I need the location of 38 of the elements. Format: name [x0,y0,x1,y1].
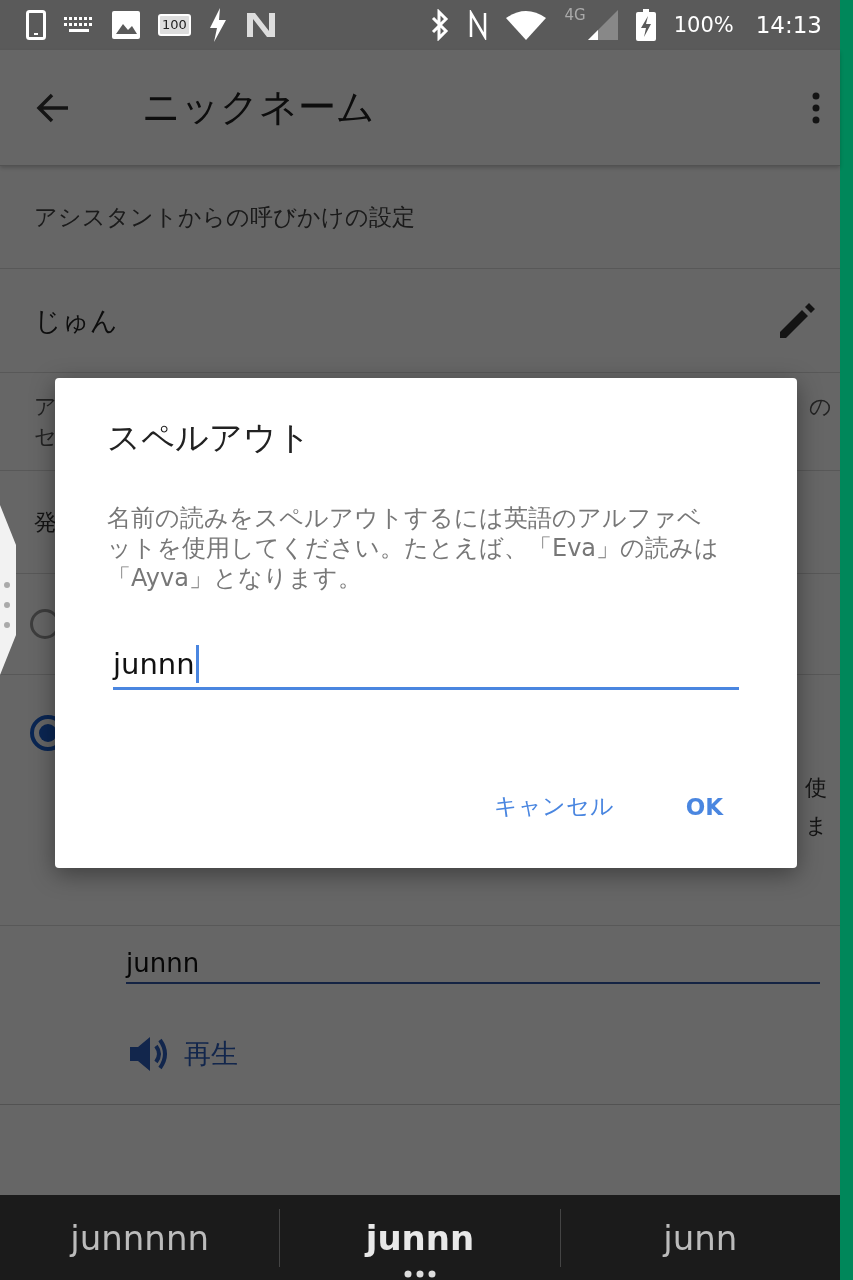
dialog-button[interactable]: OK [669,783,739,830]
suggestion-item[interactable]: junn [560,1195,840,1280]
back-arrow-icon[interactable] [36,92,70,123]
keyboard-icon [64,16,94,34]
side-handle[interactable] [0,505,16,675]
description-text: ア [34,392,57,421]
pronunciation-label: 発 [34,507,57,537]
speaker-icon [130,1036,170,1072]
n-logo-icon [244,11,277,39]
description-text: セ [34,423,57,449]
battery-charging-icon [635,9,656,41]
signal-icon [587,10,618,40]
more-dots-icon [404,1270,436,1278]
bluetooth-icon [430,9,451,41]
dialog-title: スペルアウト [107,417,312,459]
image-icon [112,11,140,39]
pronunciation-field[interactable]: junnn [126,948,820,984]
nfc-icon [468,10,489,40]
section-header: アシスタントからの呼びかけの設定 [34,202,415,232]
lightning-icon [208,8,227,42]
battery-percent: 100% [673,13,734,37]
wifi-icon [506,10,547,40]
description-text: の [809,392,832,421]
dialog-button[interactable]: キャンセル [477,783,630,830]
suggestion-item[interactable]: junnn [280,1195,560,1280]
suggestion-item[interactable]: junnnnn [0,1195,280,1280]
spelling-input-field[interactable]: junnn [113,645,739,690]
edit-pencil-icon[interactable] [778,301,816,340]
screen-title: ニックネーム [142,84,376,131]
clock-time: 14:13 [755,12,822,38]
option-text: ま [805,812,828,840]
phone-icon [26,10,46,40]
calendar-icon: 100 [158,14,191,36]
dialog-message: 名前の読みをスペルアウトするには英語のアルファベットを使用してください。たとえば、「Eva」の読みは「Ayva」となります。 [107,503,721,593]
more-options-icon[interactable] [812,91,820,124]
nickname-text: じゅん [34,303,118,338]
network-type: 4G [564,6,586,24]
option-text: 使 [805,774,828,802]
